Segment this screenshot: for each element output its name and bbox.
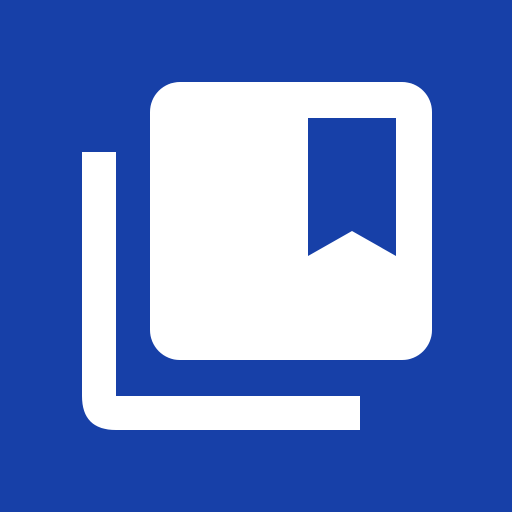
app-icon — [0, 0, 512, 512]
library-books-bookmark-icon — [0, 0, 512, 512]
